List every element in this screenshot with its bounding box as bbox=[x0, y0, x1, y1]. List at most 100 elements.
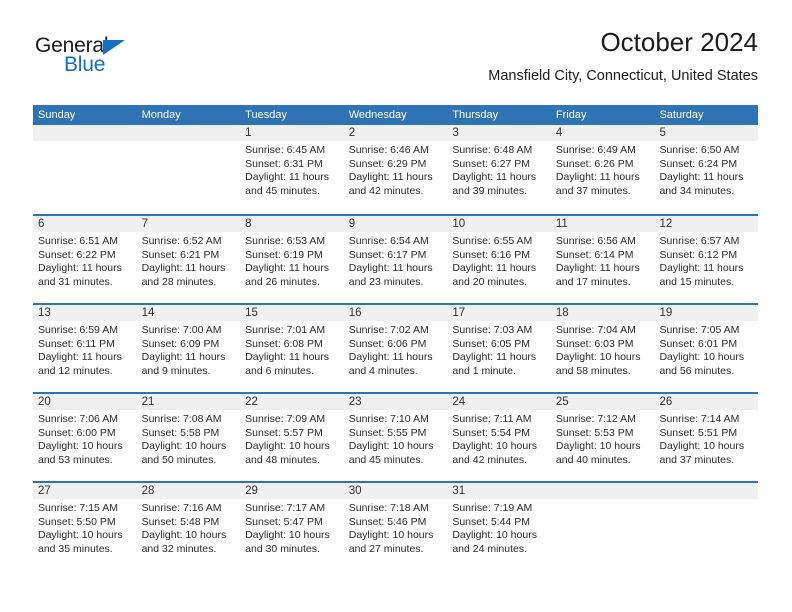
day-details: Sunrise: 7:02 AM Sunset: 6:06 PM Daylight:… bbox=[349, 324, 443, 378]
sunrise-text: Sunrise: 7:09 AM bbox=[245, 413, 326, 425]
calendar-day-cell[interactable]: 4 Sunrise: 6:49 AM Sunset: 6:26 PM Daylight… bbox=[551, 125, 655, 214]
sunset-text: Sunset: 6:29 PM bbox=[348, 157, 427, 170]
calendar-day-cell[interactable]: 25 Sunrise: 7:12 AM Sunset: 5:53 PM Dayligh… bbox=[551, 394, 655, 481]
sunset-text: Sunset: 5:57 PM bbox=[245, 426, 323, 439]
calendar-day-cell[interactable]: 6 Sunrise: 6:51 AM Sunset: 6:22 PM Daylight… bbox=[33, 216, 137, 303]
calendar-day-cell[interactable]: 31 Sunrise: 7:19 AM Sunset: 5:44 PM Dayligh… bbox=[447, 483, 551, 570]
calendar-day-cell[interactable]: 12 Sunrise: 6:57 AM Sunset: 6:12 PM Dayligh… bbox=[654, 216, 758, 303]
sunset-text: Sunset: 6:27 PM bbox=[452, 157, 530, 170]
day-number: 27 bbox=[38, 485, 51, 497]
sunset-text: Sunset: 5:46 PM bbox=[348, 515, 427, 528]
daylight-text: Daylight: 11 hours and 37 minutes. bbox=[555, 171, 640, 197]
general-blue-logo[interactable]: General Blue bbox=[33, 34, 233, 88]
sunset-text: Sunset: 6:24 PM bbox=[659, 157, 738, 170]
calendar-day-cell[interactable]: 29 Sunrise: 7:17 AM Sunset: 5:47 PM Dayligh… bbox=[240, 483, 344, 570]
calendar-week-row: 6 Sunrise: 6:51 AM Sunset: 6:22 PM Daylight… bbox=[33, 214, 758, 303]
sunrise-text: Sunrise: 7:03 AM bbox=[452, 324, 533, 336]
day-details: Sunrise: 7:14 AM Sunset: 5:51 PM Daylight:… bbox=[659, 413, 753, 467]
sunset-text: Sunset: 5:50 PM bbox=[38, 515, 116, 528]
calendar-day-cell[interactable]: 11 Sunrise: 6:56 AM Sunset: 6:14 PM Dayligh… bbox=[551, 216, 655, 303]
daylight-text: Daylight: 10 hours and 35 minutes. bbox=[38, 529, 123, 555]
daylight-text: Daylight: 10 hours and 56 minutes. bbox=[659, 351, 745, 377]
daylight-text: Daylight: 10 hours and 40 minutes. bbox=[555, 440, 641, 466]
calendar-day-cell[interactable]: 27 Sunrise: 7:15 AM Sunset: 5:50 PM Dayligh… bbox=[33, 483, 137, 570]
calendar-day-cell[interactable]: 1 Sunrise: 6:45 AM Sunset: 6:31 PM Daylight… bbox=[240, 125, 344, 214]
calendar-day-cell[interactable]: 17 Sunrise: 7:03 AM Sunset: 6:05 PM Dayligh… bbox=[447, 305, 551, 392]
daylight-text: Daylight: 11 hours and 17 minutes. bbox=[555, 262, 640, 288]
calendar-day-cell[interactable]: 30 Sunrise: 7:18 AM Sunset: 5:46 PM Dayligh… bbox=[344, 483, 448, 570]
day-details: Sunrise: 6:55 AM Sunset: 6:16 PM Daylight:… bbox=[452, 235, 546, 289]
sunrise-text: Sunrise: 6:48 AM bbox=[452, 144, 533, 156]
day-details: Sunrise: 7:17 AM Sunset: 5:47 PM Daylight:… bbox=[245, 502, 339, 556]
day-number: 22 bbox=[245, 396, 258, 408]
sunrise-text: Sunrise: 6:51 AM bbox=[38, 235, 118, 247]
calendar-day-cell[interactable]: 28 Sunrise: 7:16 AM Sunset: 5:48 PM Dayligh… bbox=[137, 483, 241, 570]
sunset-text: Sunset: 5:53 PM bbox=[555, 426, 634, 439]
calendar-day-cell[interactable]: 14 Sunrise: 7:00 AM Sunset: 6:09 PM Dayligh… bbox=[137, 305, 241, 392]
day-details: Sunrise: 6:52 AM Sunset: 6:21 PM Daylight:… bbox=[142, 235, 236, 289]
calendar-day-cell[interactable]: 21 Sunrise: 7:08 AM Sunset: 5:58 PM Dayligh… bbox=[137, 394, 241, 481]
page-header: General Blue October 2024 Mansfield City… bbox=[33, 26, 758, 98]
daylight-text: Daylight: 11 hours and 45 minutes. bbox=[245, 171, 330, 197]
sunset-text: Sunset: 6:19 PM bbox=[245, 248, 323, 261]
weekday-header-monday: Monday bbox=[141, 109, 181, 121]
daylight-text: Daylight: 11 hours and 20 minutes. bbox=[452, 262, 537, 288]
calendar-day-cell[interactable]: 5 Sunrise: 6:50 AM Sunset: 6:24 PM Daylight… bbox=[654, 125, 758, 214]
calendar-day-cell[interactable]: 16 Sunrise: 7:02 AM Sunset: 6:06 PM Dayligh… bbox=[344, 305, 448, 392]
calendar-week-cells: 20 Sunrise: 7:06 AM Sunset: 6:00 PM Dayligh… bbox=[33, 394, 758, 481]
day-number: 11 bbox=[555, 218, 568, 230]
day-number: 8 bbox=[245, 218, 252, 230]
calendar-day-cell[interactable]: 15 Sunrise: 7:01 AM Sunset: 6:08 PM Dayligh… bbox=[240, 305, 344, 392]
day-number: 7 bbox=[141, 218, 148, 230]
calendar-day-cell[interactable]: 20 Sunrise: 7:06 AM Sunset: 6:00 PM Dayligh… bbox=[33, 394, 137, 481]
sunset-text: Sunset: 5:47 PM bbox=[245, 515, 323, 528]
calendar-day-cell[interactable]: 9 Sunrise: 6:54 AM Sunset: 6:17 PM Daylight… bbox=[344, 216, 448, 303]
day-details: Sunrise: 6:46 AM Sunset: 6:29 PM Daylight:… bbox=[349, 144, 443, 198]
sunrise-text: Sunrise: 6:55 AM bbox=[452, 235, 533, 247]
calendar-day-cell[interactable]: 10 Sunrise: 6:55 AM Sunset: 6:16 PM Dayligh… bbox=[447, 216, 551, 303]
day-number: 31 bbox=[452, 485, 466, 497]
day-number: 29 bbox=[245, 485, 258, 497]
day-number: 18 bbox=[555, 307, 569, 319]
calendar-day-cell[interactable]: 23 Sunrise: 7:10 AM Sunset: 5:55 PM Dayligh… bbox=[344, 394, 448, 481]
sunrise-text: Sunrise: 7:11 AM bbox=[452, 413, 532, 425]
sunrise-text: Sunrise: 7:15 AM bbox=[38, 502, 118, 514]
day-details: Sunrise: 7:01 AM Sunset: 6:08 PM Daylight:… bbox=[245, 324, 339, 378]
calendar-day-cell[interactable]: 24 Sunrise: 7:11 AM Sunset: 5:54 PM Dayligh… bbox=[447, 394, 551, 481]
calendar-day-cell[interactable]: 22 Sunrise: 7:09 AM Sunset: 5:57 PM Dayligh… bbox=[240, 394, 344, 481]
day-details: Sunrise: 7:15 AM Sunset: 5:50 PM Daylight:… bbox=[38, 502, 132, 556]
day-details: Sunrise: 6:48 AM Sunset: 6:27 PM Daylight:… bbox=[452, 144, 546, 198]
daylight-text: Daylight: 10 hours and 58 minutes. bbox=[555, 351, 641, 377]
weekday-header-tuesday: Tuesday bbox=[245, 109, 287, 121]
day-number: 4 bbox=[555, 127, 563, 139]
sunrise-text: Sunrise: 7:05 AM bbox=[659, 324, 740, 336]
calendar-day-cell[interactable]: 19 Sunrise: 7:05 AM Sunset: 6:01 PM Dayligh… bbox=[654, 305, 758, 392]
sunrise-text: Sunrise: 6:56 AM bbox=[555, 235, 636, 247]
daylight-text: Daylight: 11 hours and 34 minutes. bbox=[659, 171, 744, 197]
sunrise-text: Sunrise: 6:57 AM bbox=[659, 235, 740, 247]
calendar-day-cell[interactable]: 18 Sunrise: 7:04 AM Sunset: 6:03 PM Dayligh… bbox=[551, 305, 655, 392]
weekday-header-saturday: Saturday bbox=[659, 109, 704, 121]
day-details: Sunrise: 6:56 AM Sunset: 6:14 PM Daylight:… bbox=[556, 235, 650, 289]
calendar-day-cell-empty bbox=[654, 483, 758, 570]
day-number: 10 bbox=[452, 218, 466, 230]
day-number: 3 bbox=[452, 127, 459, 139]
calendar-day-cell[interactable]: 3 Sunrise: 6:48 AM Sunset: 6:27 PM Daylight… bbox=[447, 125, 551, 214]
day-details: Sunrise: 7:10 AM Sunset: 5:55 PM Daylight:… bbox=[349, 413, 443, 467]
sunset-text: Sunset: 5:55 PM bbox=[348, 426, 427, 439]
sunrise-text: Sunrise: 7:01 AM bbox=[245, 324, 326, 336]
day-details: Sunrise: 6:49 AM Sunset: 6:26 PM Daylight:… bbox=[556, 144, 650, 198]
day-details: Sunrise: 6:57 AM Sunset: 6:12 PM Daylight:… bbox=[659, 235, 753, 289]
calendar-day-cell[interactable]: 7 Sunrise: 6:52 AM Sunset: 6:21 PM Daylight… bbox=[137, 216, 241, 303]
calendar-day-cell[interactable]: 13 Sunrise: 6:59 AM Sunset: 6:11 PM Dayligh… bbox=[33, 305, 137, 392]
day-details: Sunrise: 7:18 AM Sunset: 5:46 PM Daylight:… bbox=[349, 502, 443, 556]
sunrise-text: Sunrise: 6:54 AM bbox=[348, 235, 429, 247]
calendar-day-cell[interactable]: 26 Sunrise: 7:14 AM Sunset: 5:51 PM Dayligh… bbox=[654, 394, 758, 481]
daylight-text: Daylight: 11 hours and 15 minutes. bbox=[659, 262, 744, 288]
sunset-text: Sunset: 6:03 PM bbox=[555, 337, 634, 350]
sunrise-text: Sunrise: 6:59 AM bbox=[38, 324, 118, 336]
calendar-day-cell[interactable]: 8 Sunrise: 6:53 AM Sunset: 6:19 PM Daylight… bbox=[240, 216, 344, 303]
calendar-day-cell[interactable]: 2 Sunrise: 6:46 AM Sunset: 6:29 PM Daylight… bbox=[344, 125, 448, 214]
day-number: 19 bbox=[659, 307, 673, 319]
daylight-text: Daylight: 11 hours and 1 minute. bbox=[452, 351, 537, 377]
